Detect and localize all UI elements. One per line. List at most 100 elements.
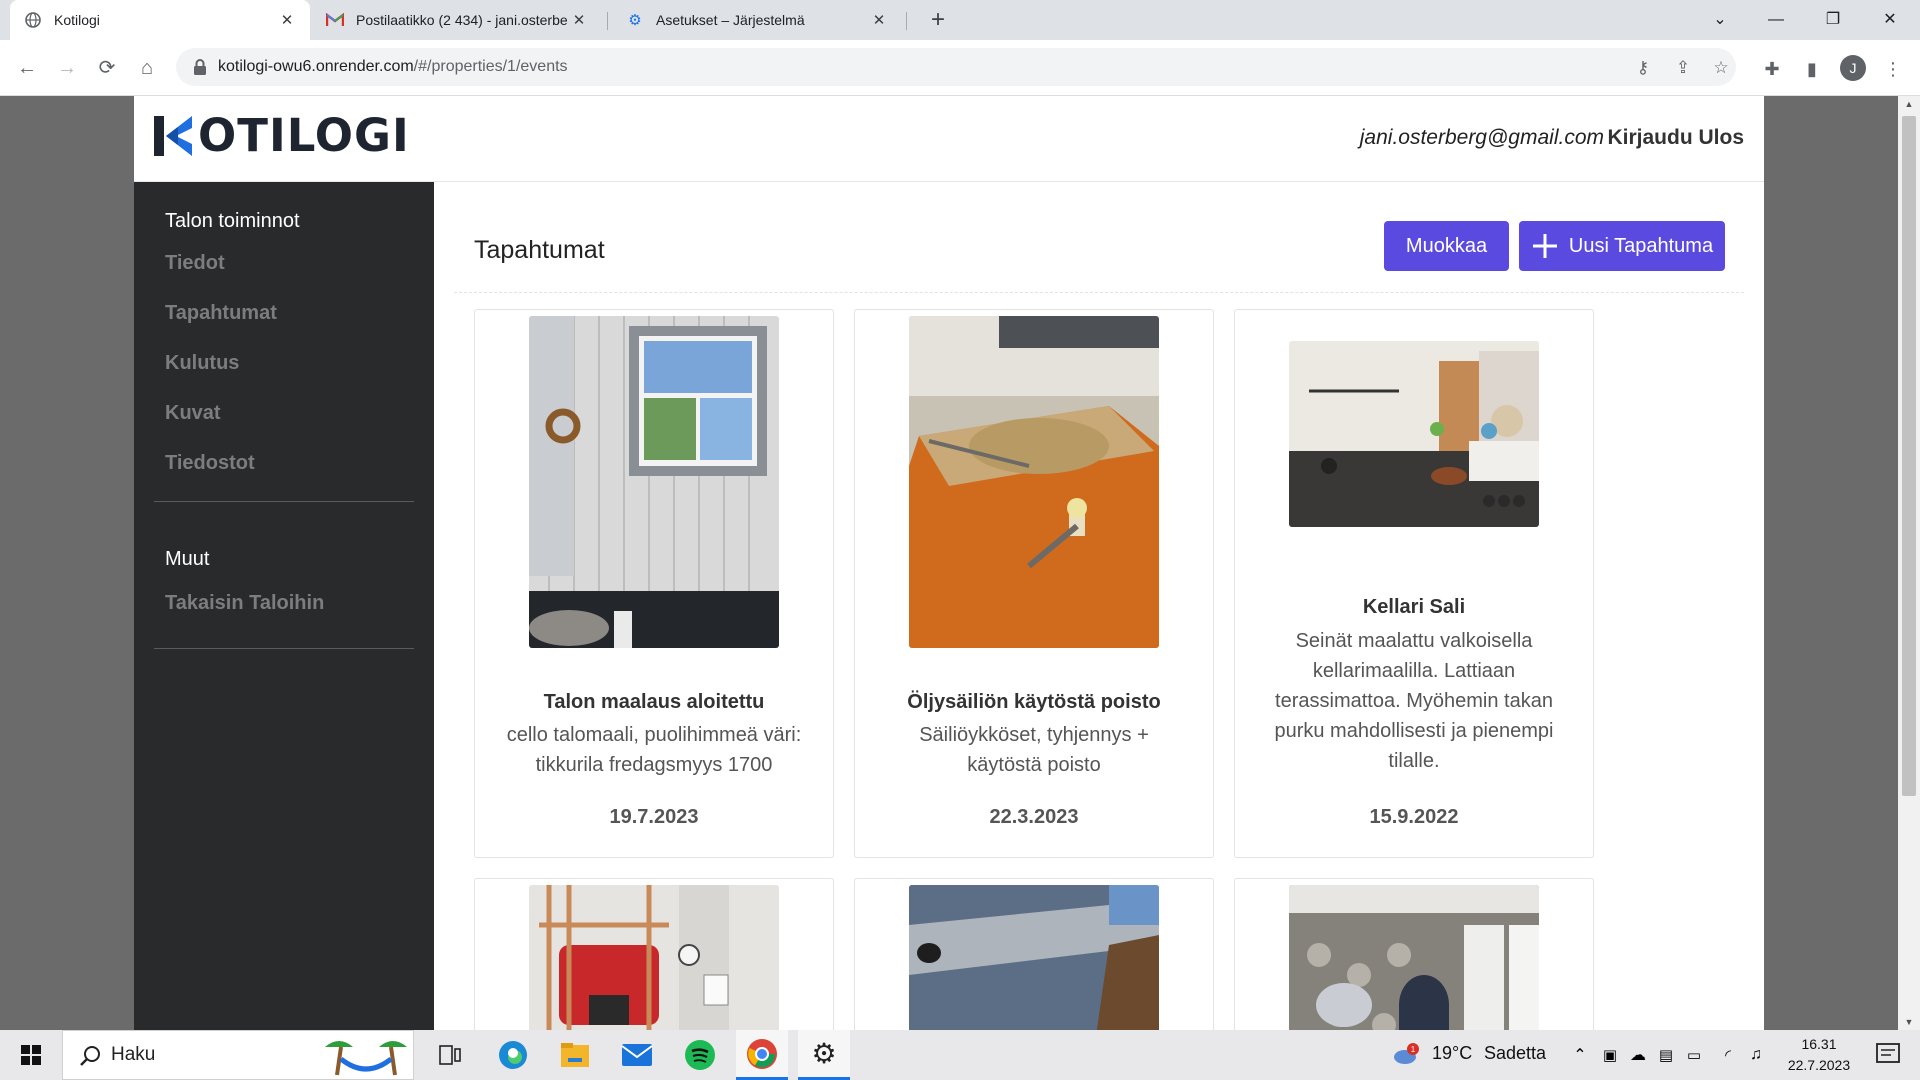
browser-tab-strip: Kotilogi ✕ Postilaatikko (2 434) - jani.… xyxy=(0,0,1920,40)
taskbar-clock[interactable]: 16.31 22.7.2023 xyxy=(1778,1034,1860,1076)
onedrive-icon[interactable]: ☁ xyxy=(1626,1030,1650,1080)
event-card[interactable]: Kellari Sali Seinät maalattu valkoisella… xyxy=(1234,309,1594,858)
settings-app-icon[interactable]: ⚙ xyxy=(798,1030,850,1080)
event-card[interactable]: Öljysäiliön käytöstä poisto Säiliöykköse… xyxy=(854,309,1214,858)
weather-text[interactable]: Sadetta xyxy=(1484,1043,1546,1064)
sidebar-item-kulutus[interactable]: Kulutus xyxy=(165,352,239,375)
sidebar-item-kuvat[interactable]: Kuvat xyxy=(165,402,221,425)
url-text: kotilogi-owu6.onrender.com/#/properties/… xyxy=(218,58,568,76)
weather-badge: 1 xyxy=(1411,1045,1416,1054)
tab-separator xyxy=(607,12,608,30)
tab-gmail[interactable]: Postilaatikko (2 434) - jani.osterbe ✕ xyxy=(312,0,602,40)
scroll-down-icon[interactable]: ▼ xyxy=(1898,1014,1920,1030)
plus-icon xyxy=(1532,234,1557,258)
event-card[interactable]: Talon maalaus aloitettu cello talomaali,… xyxy=(474,309,834,858)
taskbar-search[interactable]: Haku xyxy=(62,1030,414,1080)
reload-button[interactable]: ⟳ xyxy=(89,50,125,86)
meet-now-icon[interactable]: ▣ xyxy=(1598,1030,1622,1080)
logo-text: OTILOGI xyxy=(198,109,410,162)
page-scrollbar[interactable]: ▲ ▼ xyxy=(1898,96,1920,1030)
bookmark-star-icon[interactable]: ☆ xyxy=(1710,57,1732,79)
file-explorer-icon[interactable] xyxy=(551,1030,599,1080)
home-button[interactable]: ⌂ xyxy=(129,50,165,86)
sidebar-item-tiedostot[interactable]: Tiedostot xyxy=(165,452,255,475)
volume-icon[interactable]: ♫ xyxy=(1744,1030,1768,1080)
wifi-icon[interactable]: ◜ xyxy=(1716,1030,1740,1080)
site-logo[interactable]: OTILOGI xyxy=(152,109,410,162)
tab-separator xyxy=(906,12,907,30)
event-date: 22.3.2023 xyxy=(989,806,1079,828)
clock-date: 22.7.2023 xyxy=(1787,1057,1851,1073)
event-title: Talon maalaus aloitettu xyxy=(543,691,765,713)
back-button[interactable]: ← xyxy=(9,50,45,86)
event-date: 15.9.2022 xyxy=(1369,806,1459,828)
event-title: Öljysäiliön käytöstä poisto xyxy=(907,691,1161,713)
event-description: cello talomaali, puolihimmeä väri: tikku… xyxy=(506,724,802,776)
edge-icon[interactable] xyxy=(489,1030,537,1080)
tab-kotilogi[interactable]: Kotilogi ✕ xyxy=(10,0,310,40)
close-icon[interactable]: ✕ xyxy=(278,11,296,29)
extensions-icon[interactable]: ✚ xyxy=(1759,56,1785,82)
sidebar-item-tiedot[interactable]: Tiedot xyxy=(165,252,225,275)
event-photo xyxy=(1289,341,1539,527)
weather-temp[interactable]: 19°C xyxy=(1432,1043,1472,1064)
tab-search-icon[interactable]: ⌄ xyxy=(1692,0,1748,40)
weather-icon[interactable]: 1 xyxy=(1390,1030,1420,1080)
new-event-button[interactable]: Uusi Tapahtuma xyxy=(1519,221,1725,271)
notifications-icon[interactable] xyxy=(1864,1030,1914,1080)
menu-icon[interactable]: ⋮ xyxy=(1880,56,1906,82)
event-photo xyxy=(909,316,1159,648)
search-icon xyxy=(80,1046,100,1066)
tab-title: Kotilogi xyxy=(54,12,100,28)
address-bar[interactable]: kotilogi-owu6.onrender.com/#/properties/… xyxy=(176,48,1736,86)
restore-button[interactable]: ❐ xyxy=(1805,0,1861,40)
close-icon[interactable]: ✕ xyxy=(870,11,888,29)
scroll-up-icon[interactable]: ▲ xyxy=(1898,96,1920,112)
scrollbar-thumb[interactable] xyxy=(1902,116,1916,796)
sidebar-divider xyxy=(154,501,414,502)
search-label: Haku xyxy=(111,1044,156,1065)
logout-link[interactable]: Kirjaudu Ulos xyxy=(1607,126,1744,150)
mail-icon[interactable] xyxy=(613,1030,661,1080)
close-icon[interactable]: ✕ xyxy=(570,11,588,29)
share-icon[interactable]: ⇪ xyxy=(1672,57,1694,79)
sidebar-item-tapahtumat[interactable]: Tapahtumat xyxy=(165,302,277,325)
chevron-up-icon[interactable]: ⌃ xyxy=(1568,1030,1592,1080)
forward-button[interactable]: → xyxy=(49,50,85,86)
side-panel-icon[interactable]: ▮ xyxy=(1799,56,1825,82)
key-icon[interactable]: ⚷ xyxy=(1632,57,1654,79)
tab-title: Postilaatikko (2 434) - jani.osterbe xyxy=(356,12,568,28)
gear-icon: ⚙ xyxy=(628,12,642,29)
url-host: kotilogi-owu6.onrender.com xyxy=(218,58,414,75)
minimize-button[interactable]: — xyxy=(1748,0,1804,40)
event-date: 19.7.2023 xyxy=(609,806,699,828)
event-photo xyxy=(1289,885,1539,1030)
tab-title: Asetukset – Järjestelmä xyxy=(656,12,805,28)
tab-settings[interactable]: ⚙ Asetukset – Järjestelmä ✕ xyxy=(612,0,902,40)
profile-avatar[interactable]: J xyxy=(1840,55,1866,81)
battery-icon[interactable]: ▭ xyxy=(1682,1030,1706,1080)
sidebar-item-back[interactable]: Takaisin Taloihin xyxy=(165,592,324,615)
display-icon[interactable]: ▤ xyxy=(1654,1030,1678,1080)
clock-time: 16.31 xyxy=(1801,1036,1837,1052)
event-card[interactable] xyxy=(854,878,1214,1030)
event-card[interactable] xyxy=(474,878,834,1030)
edit-button[interactable]: Muokkaa xyxy=(1384,221,1509,271)
new-event-label: Uusi Tapahtuma xyxy=(1568,234,1714,257)
site-header: OTILOGI jani.osterberg@gmail.com Kirjaud… xyxy=(134,96,1764,182)
user-email: jani.osterberg@gmail.com xyxy=(1359,126,1604,149)
sidebar-section-title: Muut xyxy=(165,548,210,570)
spotify-icon[interactable] xyxy=(676,1030,724,1080)
new-tab-button[interactable]: + xyxy=(922,4,954,36)
url-path: /#/properties/1/events xyxy=(413,58,568,75)
window-close-button[interactable]: ✕ xyxy=(1862,0,1918,40)
event-description: Säiliöykköset, tyhjennys + käytöstä pois… xyxy=(919,724,1149,776)
web-page: OTILOGI jani.osterberg@gmail.com Kirjaud… xyxy=(134,96,1764,1030)
event-card[interactable] xyxy=(1234,878,1594,1030)
windows-start-icon[interactable] xyxy=(8,1030,54,1080)
hammock-palm-icon xyxy=(325,1041,407,1076)
event-description: Seinät maalattu valkoisella kellarimaali… xyxy=(1274,630,1554,772)
chrome-icon[interactable] xyxy=(736,1030,788,1080)
logo-mark-icon xyxy=(154,116,192,156)
task-view-icon[interactable] xyxy=(428,1030,472,1080)
